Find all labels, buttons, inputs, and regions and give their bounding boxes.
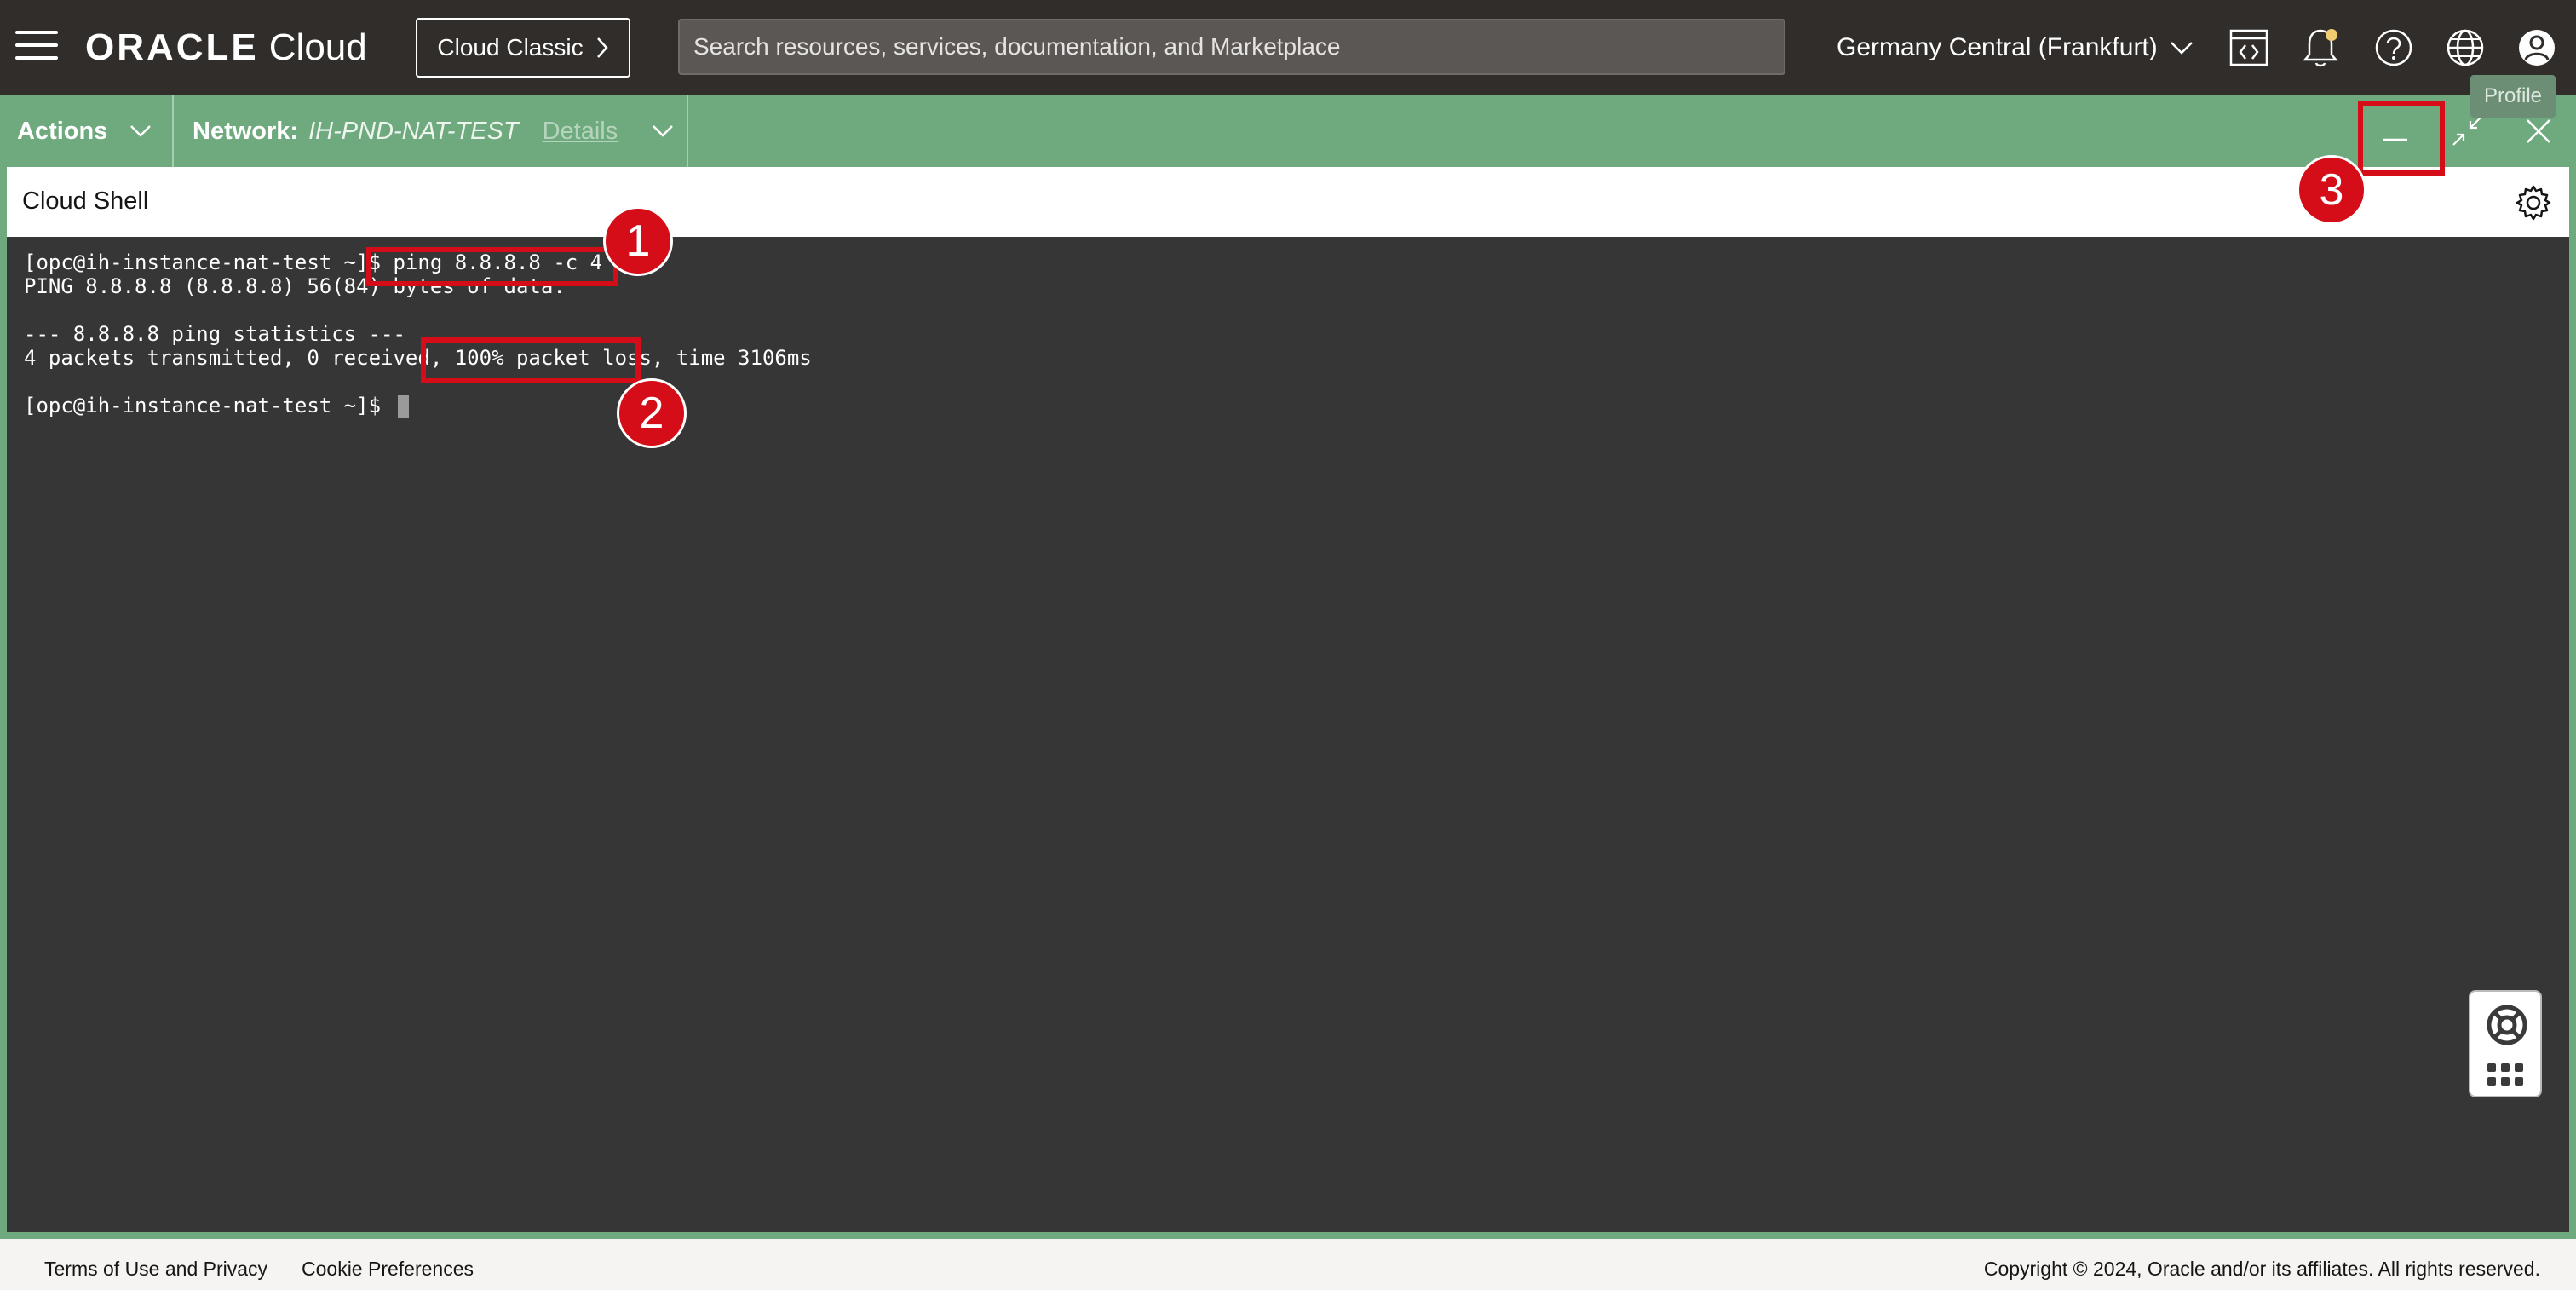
highlight-packet-loss (421, 337, 641, 383)
terminal-cursor (398, 395, 410, 418)
highlight-ping-command (366, 247, 618, 286)
chevron-right-icon (596, 37, 608, 58)
cloud-shell-action-bar: Actions Network: IH-PND-NAT-TEST Details (0, 95, 2576, 167)
chevron-down-icon (130, 125, 152, 137)
logo-suffix: Cloud (268, 26, 367, 68)
terminal-line: --- 8.8.8.8 ping statistics --- (24, 322, 405, 346)
cloud-classic-label: Cloud Classic (437, 34, 584, 60)
region-label: Germany Central (Frankfurt) (1837, 33, 2158, 61)
profile-avatar-icon[interactable] (2513, 24, 2561, 72)
terminal-line: 4 packets transmitted, 0 received, 100% … (24, 346, 812, 370)
cloud-shell-titlebar: Cloud Shell (7, 167, 2569, 237)
highlight-minimize-button (2358, 101, 2445, 176)
help-icon[interactable] (2370, 24, 2418, 72)
lifebuoy-icon (2487, 1005, 2527, 1045)
network-selector[interactable]: Network: IH-PND-NAT-TEST Details (175, 95, 688, 167)
notifications-bell-icon[interactable] (2297, 24, 2344, 72)
search-placeholder: Search resources, services, documentatio… (693, 33, 1341, 60)
terminal-prompt-line: [opc@ih-instance-nat-test ~]$ (24, 394, 410, 418)
restore-icon (2452, 117, 2481, 146)
terminal[interactable]: [opc@ih-instance-nat-test ~]$ ping 8.8.8… (7, 237, 2569, 1232)
notification-dot (2326, 29, 2337, 41)
footer: Terms of Use and Privacy Cookie Preferen… (0, 1234, 2576, 1290)
help-widget[interactable] (2469, 990, 2542, 1097)
chevron-down-icon (2170, 42, 2193, 55)
network-label: Network: (193, 117, 299, 145)
annotation-badge-2: 2 (617, 378, 687, 448)
menu-icon[interactable] (15, 31, 58, 65)
logo-brand: ORACLE (85, 26, 259, 68)
apps-grid-icon (2487, 1063, 2523, 1086)
gear-icon[interactable] (2515, 184, 2552, 222)
language-globe-icon[interactable] (2441, 24, 2489, 72)
actions-label: Actions (17, 117, 108, 145)
details-link[interactable]: Details (543, 118, 618, 146)
network-value: IH-PND-NAT-TEST (308, 117, 519, 145)
cloud-shell-title: Cloud Shell (22, 187, 149, 215)
top-header: ORACLE Cloud Cloud Classic Search resour… (0, 0, 2576, 95)
actions-menu-button[interactable]: Actions (0, 95, 174, 167)
terms-link[interactable]: Terms of Use and Privacy (44, 1258, 267, 1281)
cloud-classic-button[interactable]: Cloud Classic (416, 18, 630, 78)
terminal-prompt: [opc@ih-instance-nat-test ~]$ (24, 394, 394, 418)
annotation-badge-1: 1 (603, 206, 673, 276)
cookie-preferences-link[interactable]: Cookie Preferences (302, 1258, 474, 1281)
close-icon (2527, 119, 2550, 143)
region-selector[interactable]: Germany Central (Frankfurt) (1837, 26, 2194, 70)
annotation-badge-3: 3 (2297, 155, 2366, 225)
copyright-text: Copyright © 2024, Oracle and/or its affi… (1983, 1258, 2540, 1280)
chevron-down-icon[interactable] (652, 124, 674, 138)
profile-tooltip: Profile (2470, 75, 2556, 118)
search-input[interactable]: Search resources, services, documentatio… (678, 19, 1785, 75)
oracle-cloud-logo[interactable]: ORACLE Cloud (85, 26, 367, 70)
code-editor-icon[interactable] (2225, 24, 2273, 72)
